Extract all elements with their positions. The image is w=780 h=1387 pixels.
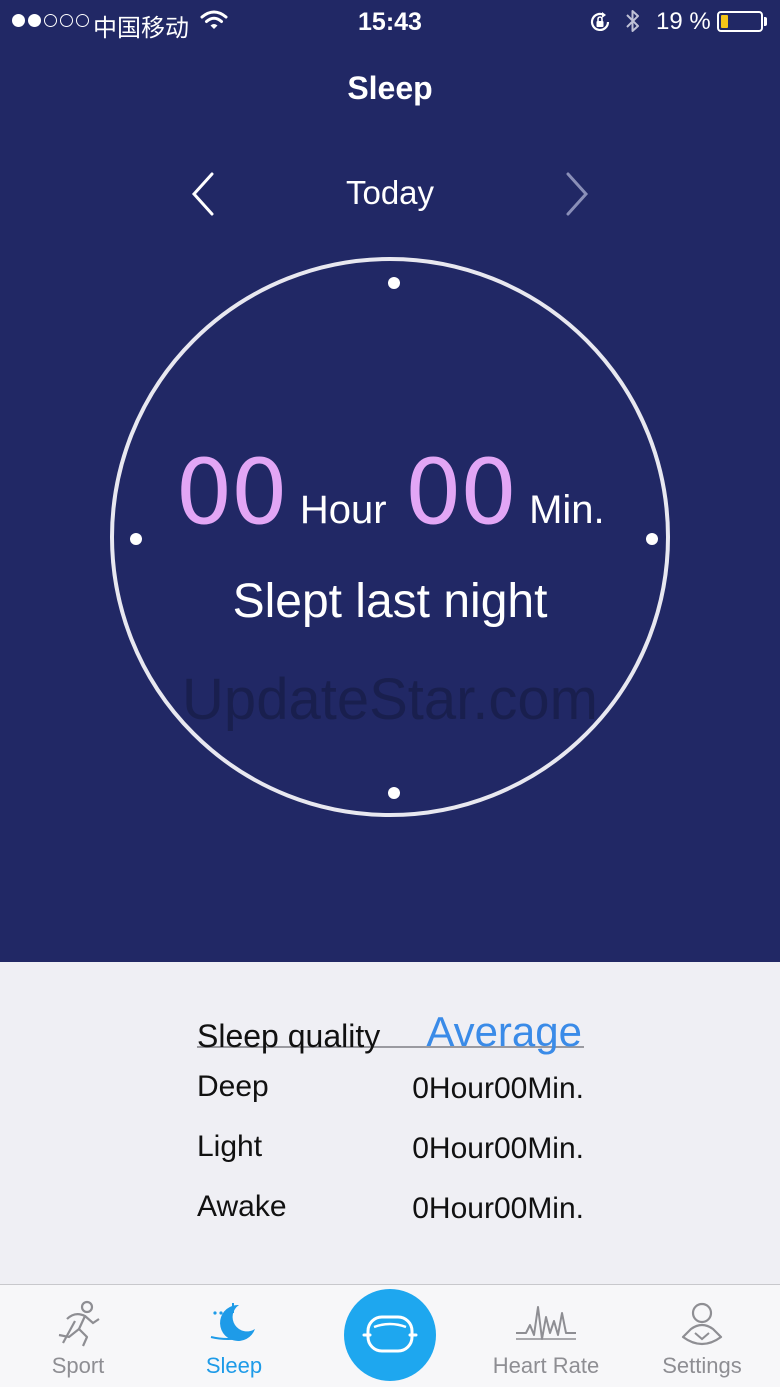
tab-label: Settings <box>662 1353 742 1378</box>
minutes-unit: Min. <box>529 488 605 532</box>
sleep-stage-row-awake: Awake 0Hour00Min. <box>197 1190 584 1230</box>
watermark: UpdateStar.com <box>182 667 598 732</box>
page-title: Sleep <box>347 70 433 106</box>
sleep-stage-row-deep: Deep 0Hour00Min. <box>197 1070 584 1110</box>
dial-tick-top <box>388 277 400 289</box>
date-label: Today <box>345 174 435 211</box>
sleep-stage-name: Deep <box>197 1070 269 1103</box>
sleep-stage-row-light: Light 0Hour00Min. <box>197 1130 584 1170</box>
tab-label: Sport <box>51 1353 105 1378</box>
sleep-stage-duration: 0Hour00Min. <box>412 1072 584 1105</box>
sleep-stage-duration: 0Hour00Min. <box>412 1192 584 1225</box>
hours-value: 00 <box>175 440 288 545</box>
battery-percent: 19 % <box>656 8 711 35</box>
heart-rate-icon <box>514 1299 578 1350</box>
tab-heart-rate[interactable]: Heart Rate <box>468 1285 624 1387</box>
date-navigator: Today <box>0 160 780 230</box>
battery-tip <box>764 17 767 26</box>
tab-settings[interactable]: Settings <box>624 1285 780 1387</box>
rotation-lock-icon <box>588 10 612 41</box>
sleep-stage-name: Light <box>197 1130 263 1163</box>
device-sync-button[interactable] <box>344 1289 436 1381</box>
hours-unit: Hour <box>299 488 387 532</box>
sleep-stage-name: Awake <box>197 1190 287 1223</box>
dial-tick-bottom <box>388 787 400 799</box>
sleep-summary-panel: 中国移动 15:43 19 % Sleep Today 00 Hour 00 M… <box>0 0 780 962</box>
sleep-quality-value: Average <box>426 1008 582 1055</box>
minutes-value: 00 <box>404 440 518 545</box>
sleep-stage-duration: 0Hour00Min. <box>412 1132 584 1165</box>
battery-icon <box>717 11 763 32</box>
settings-icon <box>677 1299 727 1354</box>
next-day-button[interactable] <box>556 170 596 218</box>
tab-label: Sleep <box>205 1353 263 1378</box>
sleep-quality-label: Sleep quality <box>197 1018 381 1054</box>
runner-icon <box>53 1299 103 1354</box>
bluetooth-icon <box>624 7 642 42</box>
sleep-quality-section: Sleep quality Average Deep 0Hour00Min. L… <box>0 962 780 1284</box>
moon-icon <box>207 1299 261 1354</box>
sleep-duration: 00 Hour 00 Min. <box>0 440 780 545</box>
tab-sleep[interactable]: Sleep <box>156 1285 312 1387</box>
duration-caption: Slept last night <box>232 575 548 628</box>
tab-sport[interactable]: Sport <box>0 1285 156 1387</box>
tab-label: Heart Rate <box>492 1353 600 1378</box>
status-bar: 中国移动 15:43 19 % <box>0 0 780 44</box>
band-icon <box>362 1315 418 1353</box>
sleep-quality-header: Sleep quality Average <box>197 984 584 1055</box>
